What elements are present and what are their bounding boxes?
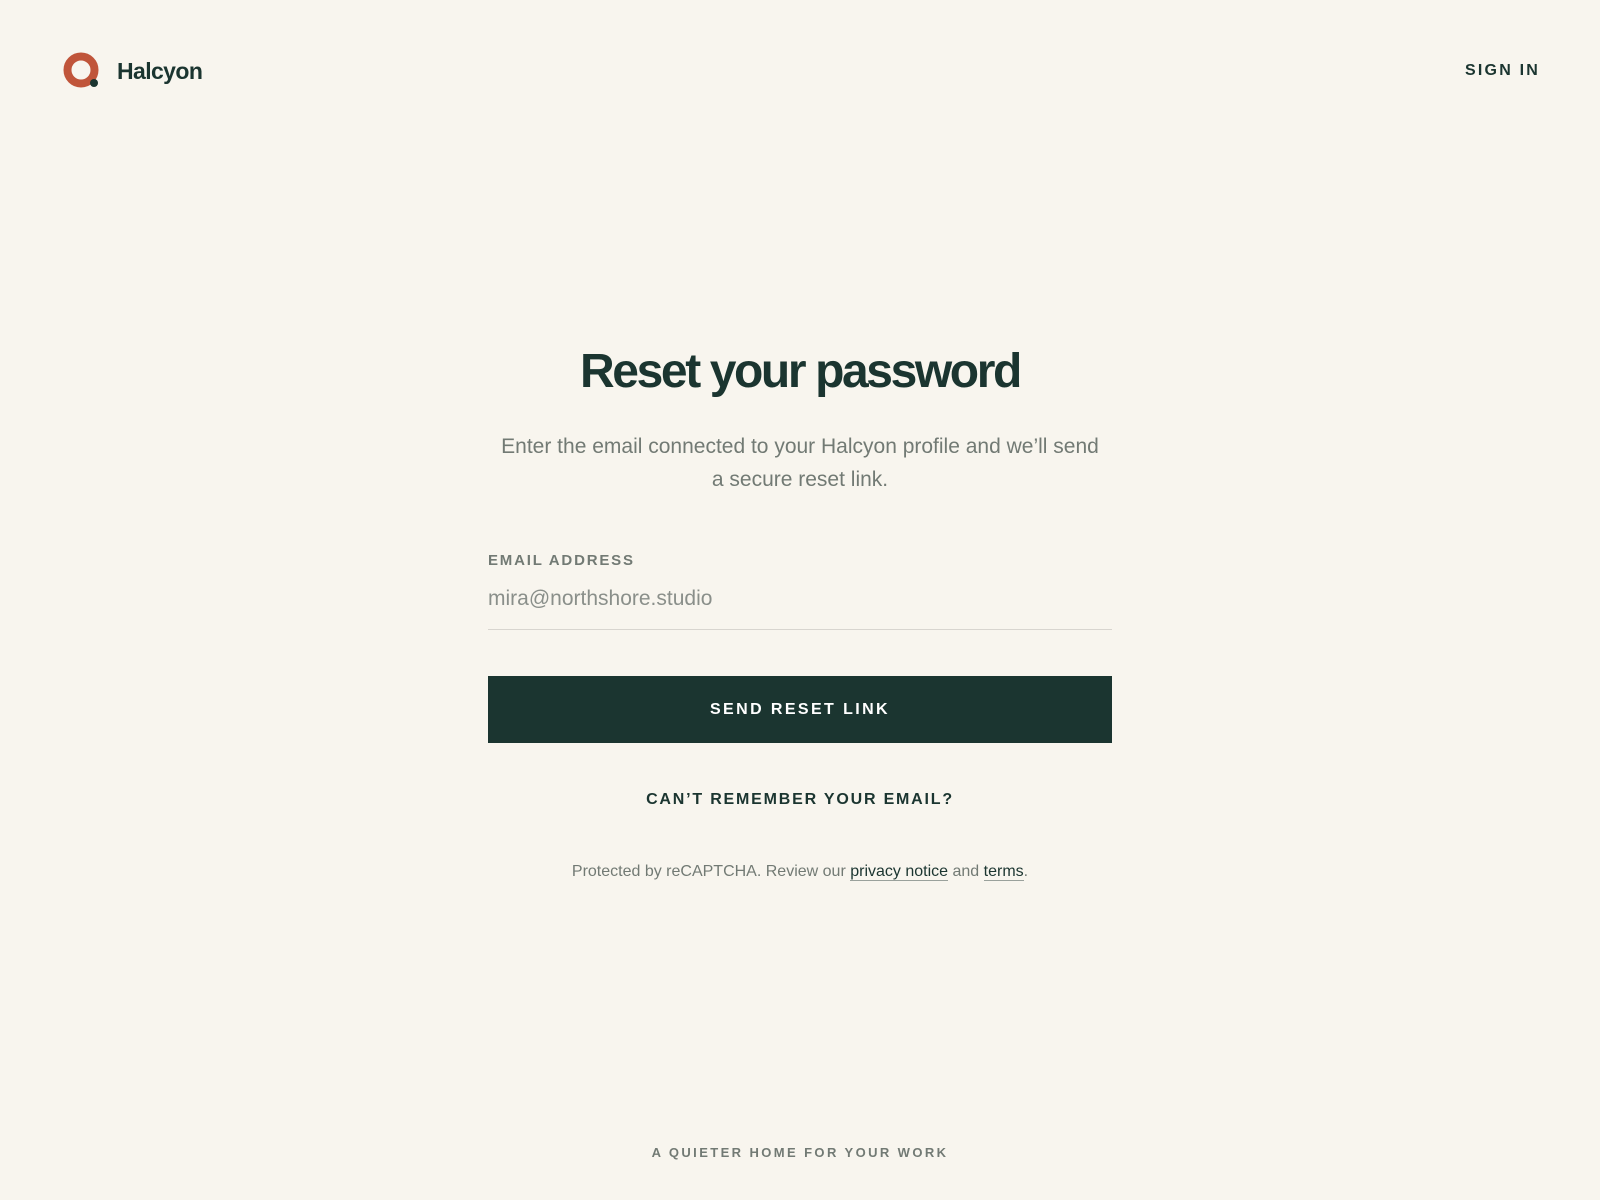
privacy-notice-link[interactable]: privacy notice: [850, 863, 949, 881]
halcyon-logo-icon: [63, 52, 99, 88]
email-label: EMAIL ADDRESS: [488, 552, 635, 569]
sign-in-link[interactable]: SIGN IN: [1465, 62, 1540, 80]
brand-name: Halcyon: [117, 57, 203, 84]
reset-password-form: Reset your password Enter the email conn…: [488, 338, 1112, 881]
email-input[interactable]: [488, 587, 1112, 630]
legal-suffix: .: [1023, 863, 1029, 880]
brand-home-link[interactable]: Halcyon: [63, 52, 203, 90]
recaptcha-notice: Protected by reCAPTCHA. Review our priva…: [488, 863, 1112, 881]
forgot-email-link[interactable]: CAN’T REMEMBER YOUR EMAIL?: [488, 791, 1112, 809]
send-reset-link-button[interactable]: SEND RESET LINK: [488, 676, 1112, 743]
page-title: Reset your password: [580, 345, 1022, 398]
footer-tagline: A QUIETER HOME FOR YOUR WORK: [651, 1145, 949, 1160]
legal-and-text: and: [952, 863, 980, 880]
recaptcha-prefix: Protected by reCAPTCHA. Review our: [571, 863, 846, 880]
top-header: Halcyon SIGN IN: [0, 0, 1600, 144]
terms-link[interactable]: terms: [983, 863, 1024, 881]
email-field-group: EMAIL ADDRESS: [488, 552, 1112, 630]
page-subtitle: Enter the email connected to your Halcyo…: [501, 435, 1099, 491]
